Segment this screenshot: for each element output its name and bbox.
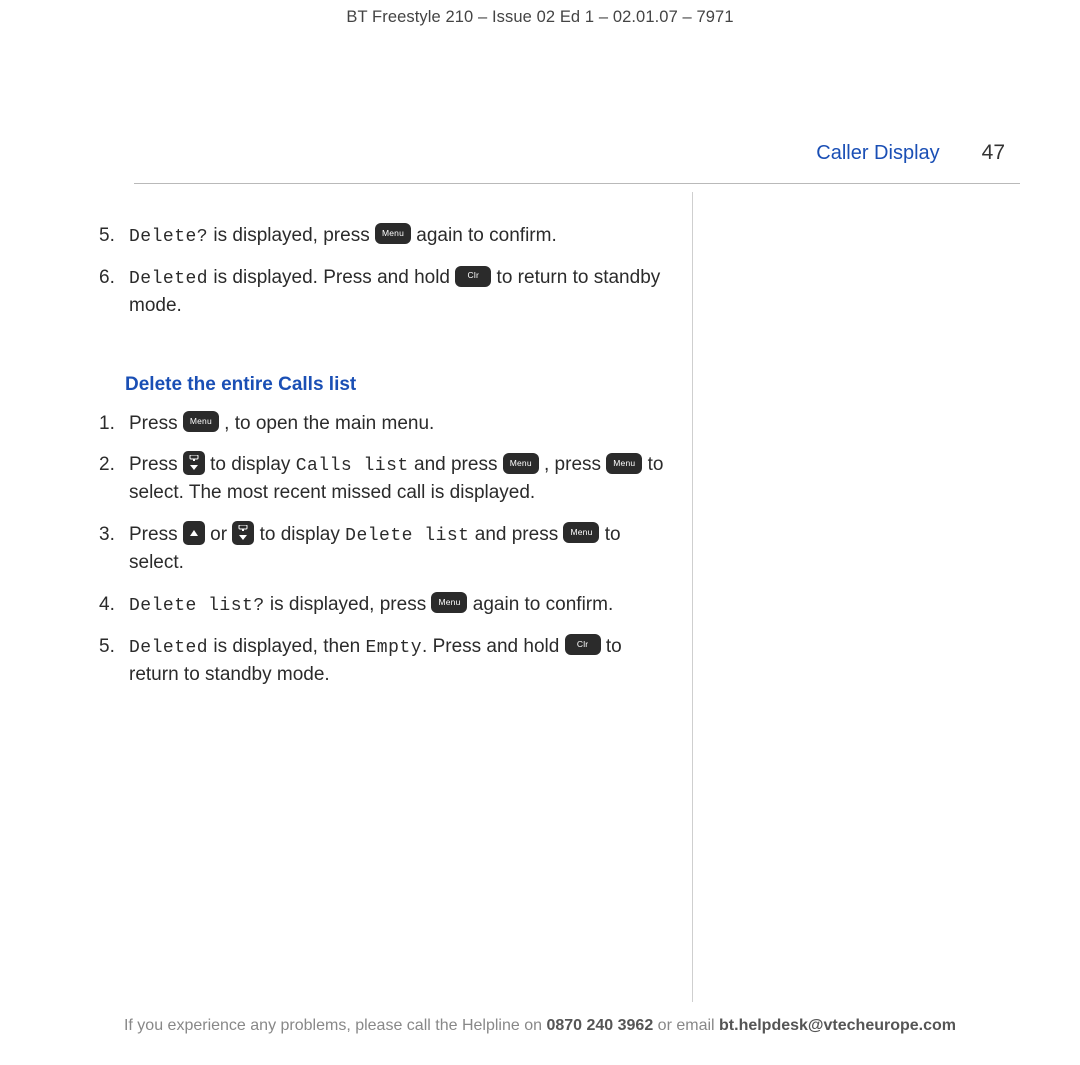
page-number: 47 [982,141,1005,165]
footer-phone: 0870 240 3962 [546,1017,653,1034]
clr-key-icon: Clr [455,266,491,287]
body-columns: 5.Delete? is displayed, press Menu again… [99,192,985,1002]
menu-key-icon: Menu [563,522,599,543]
footer-email: bt.helpdesk@vtecheurope.com [719,1017,956,1034]
step-text: Delete? is displayed, press Menu again t… [129,222,664,250]
section-name: Caller Display [816,142,939,165]
running-head: Caller Display 47 [99,141,1055,165]
down-key-icon [232,521,254,545]
footer-pre: If you experience any problems, please c… [124,1017,546,1034]
step-number: 6. [99,264,129,320]
main-column: 5.Delete? is displayed, press Menu again… [99,192,693,1002]
step-text: Press or to display Delete list and pres… [129,521,664,577]
step-text: Deleted is displayed, then Empty. Press … [129,633,664,689]
step-number: 4. [99,591,129,619]
display-text: Delete? [129,227,208,247]
header-rule [134,183,1020,184]
menu-key-icon: Menu [375,223,411,244]
step-number: 3. [99,521,129,577]
menu-key-icon: Menu [503,453,539,474]
menu-key-icon: Menu [606,453,642,474]
instruction-step: 4.Delete list? is displayed, press Menu … [99,591,664,619]
procedure-steps: 1.Press Menu , to open the main menu.2.P… [99,410,664,689]
display-text: Deleted [129,638,208,658]
display-text: Delete list? [129,596,265,616]
step-text: Press Menu , to open the main menu. [129,410,664,438]
display-text: Calls list [296,456,409,476]
step-text: Press to display Calls list and press Me… [129,451,664,507]
step-number: 2. [99,451,129,507]
continuation-steps: 5.Delete? is displayed, press Menu again… [99,222,664,320]
display-text: Deleted [129,269,208,289]
step-number: 5. [99,222,129,250]
instruction-step: 1.Press Menu , to open the main menu. [99,410,664,438]
section-subhead: Delete the entire Calls list [125,374,664,396]
footer-mid: or email [653,1017,719,1034]
display-text: Empty [366,638,423,658]
step-text: Deleted is displayed. Press and hold Clr… [129,264,664,320]
instruction-step: 5.Deleted is displayed, then Empty. Pres… [99,633,664,689]
down-key-icon [183,451,205,475]
instruction-step: 3.Press or to display Delete list and pr… [99,521,664,577]
up-key-icon [183,521,205,545]
step-number: 5. [99,633,129,689]
display-text: Delete list [345,526,469,546]
clr-key-icon: Clr [565,634,601,655]
instruction-step: 5.Delete? is displayed, press Menu again… [99,222,664,250]
instruction-step: 2.Press to display Calls list and press … [99,451,664,507]
manual-page: BT Freestyle 210 – Issue 02 Ed 1 – 02.01… [0,0,1080,1065]
step-number: 1. [99,410,129,438]
margin-column [693,192,985,1002]
step-text: Delete list? is displayed, press Menu ag… [129,591,664,619]
menu-key-icon: Menu [183,411,219,432]
instruction-step: 6.Deleted is displayed. Press and hold C… [99,264,664,320]
content-frame: Caller Display 47 5.Delete? is displayed… [25,141,1055,1002]
menu-key-icon: Menu [431,592,467,613]
page-footer: If you experience any problems, please c… [0,1017,1080,1035]
document-header: BT Freestyle 210 – Issue 02 Ed 1 – 02.01… [0,8,1080,27]
